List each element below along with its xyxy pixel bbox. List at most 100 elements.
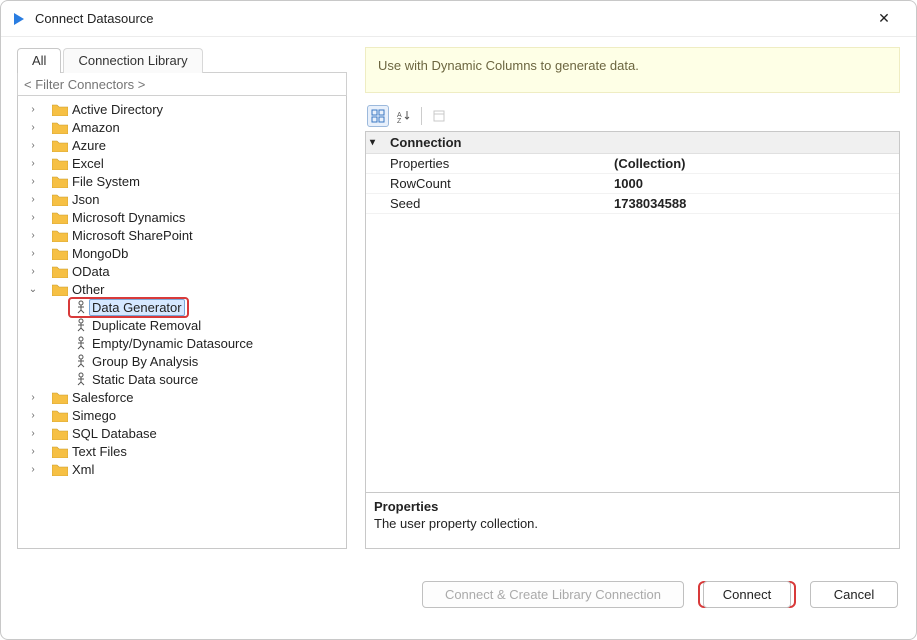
upper-pane: All Connection Library › Active Directory… bbox=[17, 47, 900, 549]
tree-label: Simego bbox=[72, 408, 116, 423]
tree-folder-odata[interactable]: ›OData bbox=[18, 262, 346, 280]
category-header-connection[interactable]: ▾ Connection bbox=[366, 132, 899, 154]
chevron-right-icon[interactable]: › bbox=[26, 266, 40, 277]
tree-label: SQL Database bbox=[72, 426, 157, 441]
tree-label: Amazon bbox=[72, 120, 120, 135]
chevron-right-icon[interactable]: › bbox=[26, 158, 40, 169]
property-value[interactable]: (Collection) bbox=[614, 156, 899, 171]
chevron-right-icon[interactable]: › bbox=[26, 140, 40, 151]
tab-connection-library[interactable]: Connection Library bbox=[63, 48, 202, 73]
tree-folder-azure[interactable]: ›Azure bbox=[18, 136, 346, 154]
folder-icon bbox=[52, 102, 68, 116]
categorized-view-button[interactable] bbox=[367, 105, 389, 127]
connector-icon bbox=[74, 335, 88, 351]
tree-folder-microsoft-sharepoint[interactable]: › Microsoft SharePoint bbox=[18, 226, 346, 244]
tree-folder-json[interactable]: › Json bbox=[18, 190, 346, 208]
connect-create-library-button: Connect & Create Library Connection bbox=[422, 581, 684, 608]
folder-icon bbox=[52, 192, 68, 206]
folder-icon bbox=[52, 444, 68, 458]
chevron-right-icon[interactable]: › bbox=[26, 392, 40, 403]
folder-icon bbox=[52, 408, 68, 422]
alphabetical-view-button[interactable]: A Z bbox=[393, 105, 415, 127]
folder-icon bbox=[52, 174, 68, 188]
filter-connectors-input[interactable] bbox=[17, 72, 347, 96]
connector-icon bbox=[74, 353, 88, 369]
property-grid-toolbar: A Z bbox=[365, 103, 900, 129]
folder-icon bbox=[52, 210, 68, 224]
window-title-area: Connect Datasource bbox=[11, 11, 862, 27]
folder-icon bbox=[52, 246, 68, 260]
tree-item-label: Group By Analysis bbox=[92, 354, 198, 369]
tree-folder-simego[interactable]: › Simego bbox=[18, 406, 346, 424]
chevron-right-icon[interactable]: › bbox=[26, 446, 40, 457]
tree-label: Microsoft SharePoint bbox=[72, 228, 193, 243]
tree-folder-sql-database[interactable]: › SQL Database bbox=[18, 424, 346, 442]
tree-item-label: Duplicate Removal bbox=[92, 318, 201, 333]
tree-folder-text-files[interactable]: › Text Files bbox=[18, 442, 346, 460]
folder-icon bbox=[52, 138, 68, 152]
tab-all[interactable]: All bbox=[17, 48, 61, 73]
connector-icon bbox=[74, 299, 88, 315]
folder-icon bbox=[52, 462, 68, 476]
folder-icon bbox=[52, 120, 68, 134]
tree-item-data-generator[interactable]: Data Generator bbox=[18, 298, 346, 316]
property-value[interactable]: 1000 bbox=[614, 176, 899, 191]
chevron-right-icon[interactable]: › bbox=[26, 122, 40, 133]
tree-item-empty-dynamic-datasource[interactable]: Empty/Dynamic Datasource bbox=[18, 334, 346, 352]
property-row-seed[interactable]: Seed1738034588 bbox=[366, 194, 899, 214]
dialog-content: All Connection Library › Active Directory… bbox=[1, 37, 916, 639]
cancel-button[interactable]: Cancel bbox=[810, 581, 898, 608]
tree-label: Salesforce bbox=[72, 390, 133, 405]
tree-item-static-data-source[interactable]: Static Data source bbox=[18, 370, 346, 388]
titlebar: Connect Datasource ✕ bbox=[1, 1, 916, 37]
property-pages-button[interactable] bbox=[428, 105, 450, 127]
chevron-right-icon[interactable]: › bbox=[26, 464, 40, 475]
tree-label: Active Directory bbox=[72, 102, 163, 117]
connector-tabs: All Connection Library bbox=[17, 47, 347, 73]
chevron-right-icon[interactable]: › bbox=[26, 212, 40, 223]
tree-item-label: Static Data source bbox=[92, 372, 198, 387]
tree-folder-active-directory[interactable]: › Active Directory bbox=[18, 100, 346, 118]
tree-folder-file-system[interactable]: › File System bbox=[18, 172, 346, 190]
description-title: Properties bbox=[374, 499, 891, 514]
chevron-right-icon[interactable]: › bbox=[26, 176, 40, 187]
tree-label: Json bbox=[72, 192, 99, 207]
right-column: Use with Dynamic Columns to generate dat… bbox=[365, 47, 900, 549]
connector-icon bbox=[74, 317, 88, 333]
tree-folder-salesforce[interactable]: › Salesforce bbox=[18, 388, 346, 406]
tree-folder-amazon[interactable]: › Amazon bbox=[18, 118, 346, 136]
window-title: Connect Datasource bbox=[35, 11, 154, 26]
chevron-right-icon[interactable]: › bbox=[26, 410, 40, 421]
tree-item-group-by-analysis[interactable]: Group By Analysis bbox=[18, 352, 346, 370]
tree-folder-mongodb[interactable]: ›MongoDb bbox=[18, 244, 346, 262]
folder-icon bbox=[52, 426, 68, 440]
property-grid-body: Properties(Collection)RowCount1000Seed17… bbox=[366, 154, 899, 492]
tree-folder-other[interactable]: ⌄Other bbox=[18, 280, 346, 298]
property-row-properties[interactable]: Properties(Collection) bbox=[366, 154, 899, 174]
category-label: Connection bbox=[390, 135, 462, 150]
tree-label: Excel bbox=[72, 156, 104, 171]
property-name: RowCount bbox=[366, 176, 614, 191]
chevron-down-icon[interactable]: ▾ bbox=[370, 137, 384, 148]
tree-label: Microsoft Dynamics bbox=[72, 210, 185, 225]
connector-tree[interactable]: ›Active Directory›Amazon›Azure›Excel›Fil… bbox=[17, 96, 347, 549]
property-value[interactable]: 1738034588 bbox=[614, 196, 899, 211]
chevron-down-icon[interactable]: ⌄ bbox=[26, 284, 40, 295]
info-banner: Use with Dynamic Columns to generate dat… bbox=[365, 47, 900, 93]
chevron-right-icon[interactable]: › bbox=[26, 194, 40, 205]
svg-text:Z: Z bbox=[397, 118, 402, 123]
tree-item-duplicate-removal[interactable]: Duplicate Removal bbox=[18, 316, 346, 334]
connect-button[interactable]: Connect bbox=[703, 581, 791, 608]
close-icon: ✕ bbox=[878, 10, 890, 27]
tree-folder-excel[interactable]: › Excel bbox=[18, 154, 346, 172]
chevron-right-icon[interactable]: › bbox=[26, 428, 40, 439]
tree-folder-microsoft-dynamics[interactable]: › Microsoft Dynamics bbox=[18, 208, 346, 226]
property-row-rowcount[interactable]: RowCount1000 bbox=[366, 174, 899, 194]
tree-folder-xml[interactable]: ›Xml bbox=[18, 460, 346, 478]
tree-label: Text Files bbox=[72, 444, 127, 459]
chevron-right-icon[interactable]: › bbox=[26, 248, 40, 259]
chevron-right-icon[interactable]: › bbox=[26, 230, 40, 241]
chevron-right-icon[interactable]: › bbox=[26, 104, 40, 115]
window-close-button[interactable]: ✕ bbox=[862, 5, 906, 33]
tree-label: File System bbox=[72, 174, 140, 189]
